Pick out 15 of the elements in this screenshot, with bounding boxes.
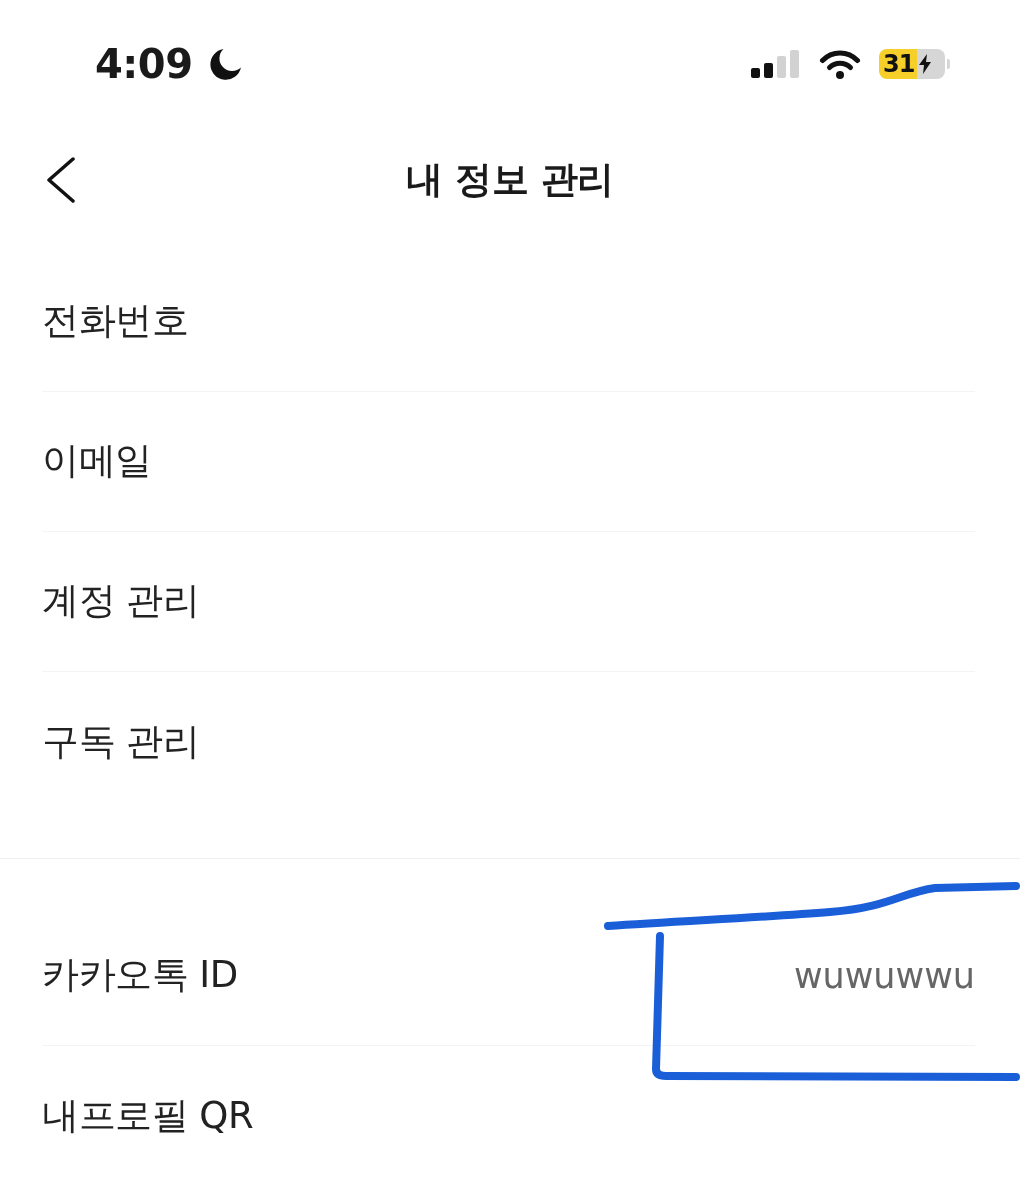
wifi-icon <box>819 49 861 79</box>
menu-item[interactable]: 이메일 <box>42 439 152 484</box>
signal-bars-icon <box>751 50 799 78</box>
page-title: 내 정보 관리 <box>406 157 614 203</box>
battery-percentage: 31 <box>883 52 915 76</box>
menu-item[interactable]: 구독 관리 <box>42 719 200 765</box>
menu-item[interactable]: 내프로필 QR <box>42 1093 254 1139</box>
id-value: wuwuwwu <box>793 954 975 997</box>
menu-item[interactable]: 계정 관리 <box>42 579 200 624</box>
back-icon <box>46 157 76 203</box>
menu-item[interactable]: 카카오톡 ID <box>42 953 238 998</box>
moon-icon <box>208 47 242 81</box>
clock-time: 4:09 <box>95 44 193 84</box>
menu-item[interactable]: 전화번호 <box>42 299 188 344</box>
charging-bolt-icon <box>919 54 932 74</box>
